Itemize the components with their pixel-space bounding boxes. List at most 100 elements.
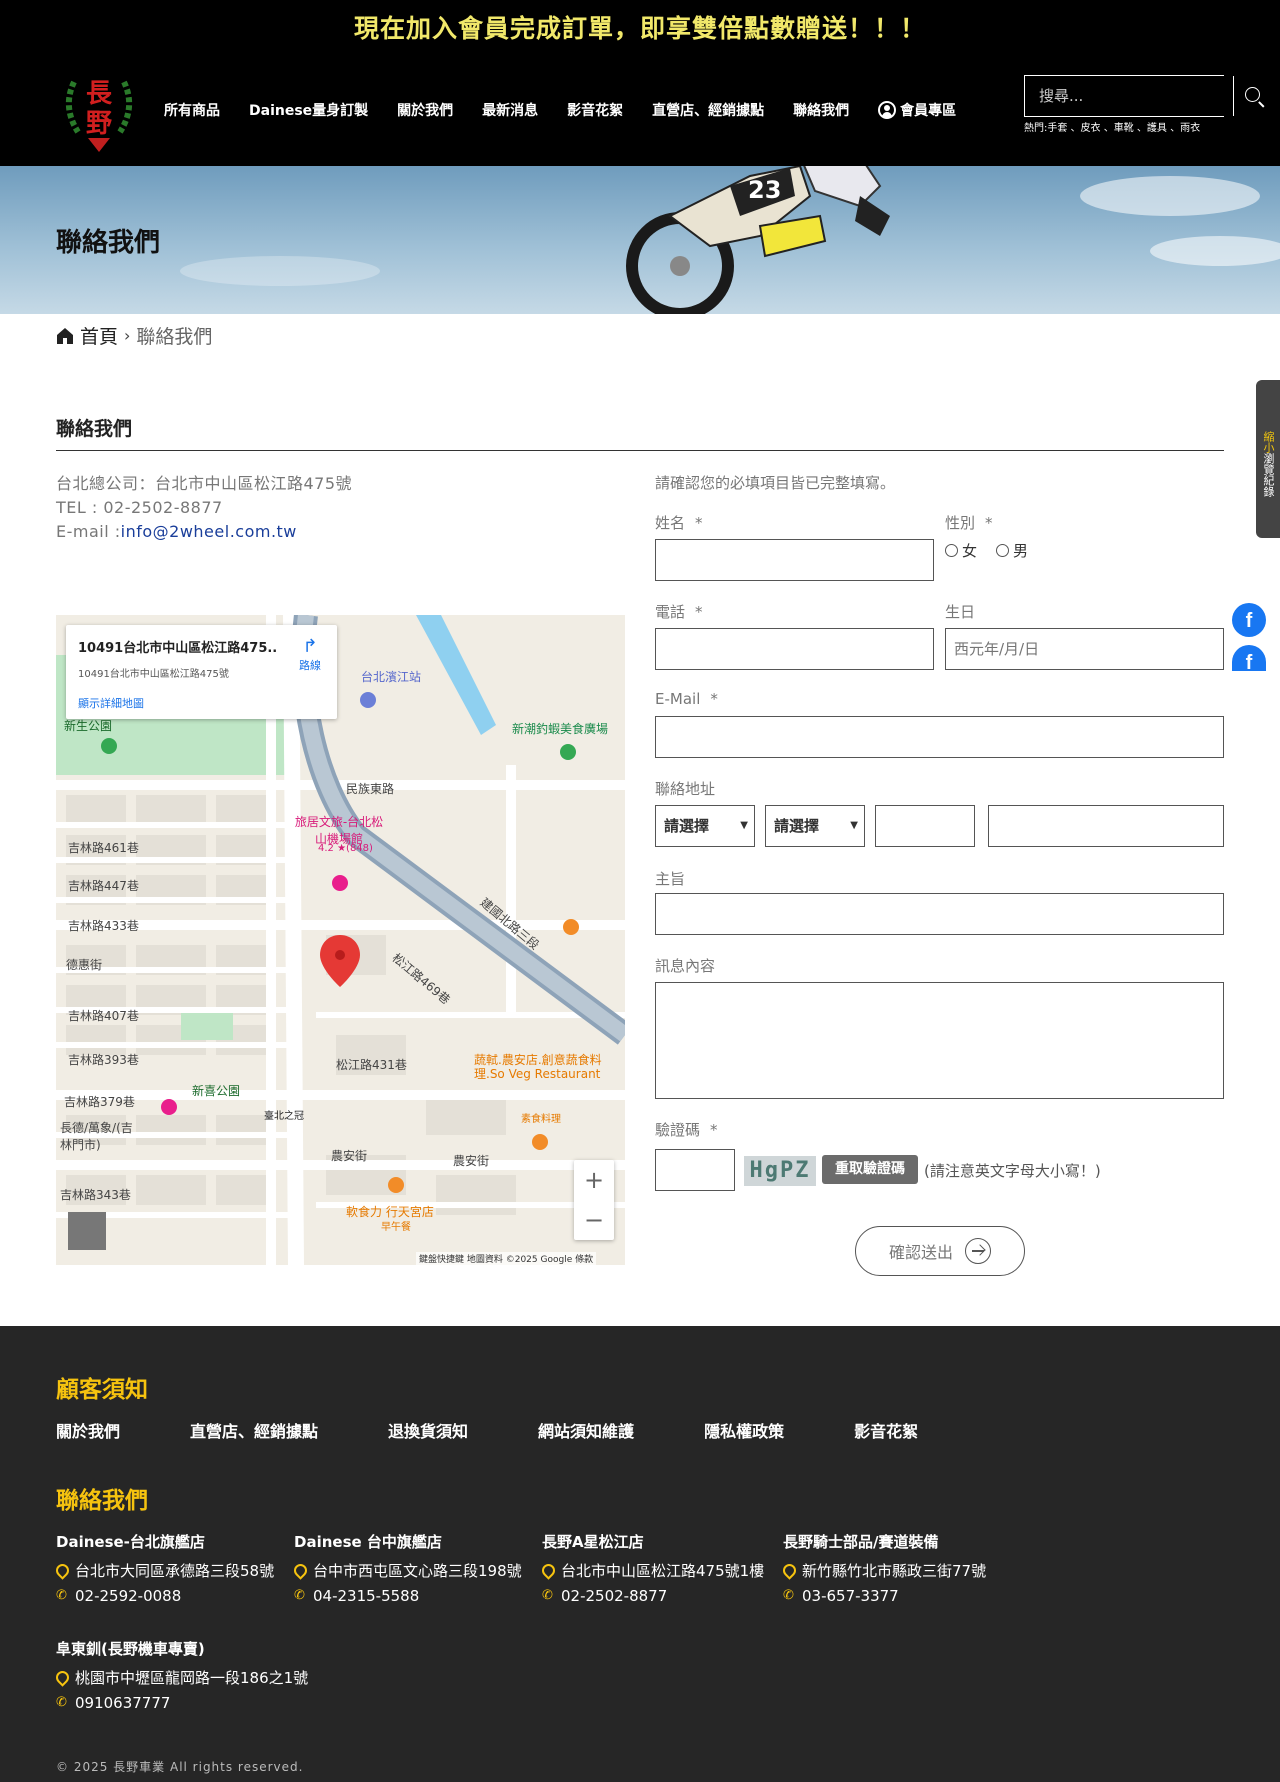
nav-member[interactable]: 會員專區: [878, 100, 956, 120]
footer-link-site-notice[interactable]: 網站須知維護: [538, 1418, 634, 1442]
map-attribution[interactable]: 鍵盤快捷鍵 地圖資料 ©2025 Google 條款: [416, 1252, 597, 1265]
browse-history-tab[interactable]: 縮小瀏覽紀錄: [1256, 380, 1280, 538]
radio-icon: [945, 544, 958, 557]
page-banner: 23 聯絡我們: [0, 166, 1280, 314]
search-icon[interactable]: [1233, 76, 1260, 116]
map-label-park-xinxi: 新喜公園: [192, 1084, 241, 1098]
address-input[interactable]: [988, 805, 1224, 847]
label-email: E-Mail *: [655, 690, 718, 708]
email-input[interactable]: [655, 716, 1224, 758]
nav-all-products[interactable]: 所有商品: [164, 100, 220, 120]
zipcode-input[interactable]: [875, 805, 975, 847]
map-label-jilin379: 吉林路379巷: [64, 1095, 135, 1109]
map-label-taibei: 臺北之冠: [264, 1111, 304, 1122]
label-address: 聯絡地址: [655, 780, 716, 798]
home-icon[interactable]: [56, 327, 74, 345]
store-phone[interactable]: 0910637777: [75, 1694, 170, 1712]
footer-link-privacy[interactable]: 隱私權政策: [704, 1418, 784, 1442]
map-label-songjiang431: 松江路431巷: [336, 1058, 407, 1072]
store-phone[interactable]: 02-2592-0088: [75, 1587, 181, 1605]
footer-link-returns[interactable]: 退換貨須知: [388, 1418, 468, 1442]
label-captcha: 驗證碼 *: [655, 1121, 718, 1139]
subject-input[interactable]: [655, 893, 1224, 935]
captcha-refresh-button[interactable]: 重取驗證碼: [822, 1155, 918, 1184]
facebook-icon-2[interactable]: f: [1232, 645, 1266, 671]
birthday-input[interactable]: [945, 628, 1224, 670]
gender-female-radio[interactable]: 女: [945, 540, 977, 561]
label-phone: 電話 *: [655, 603, 703, 621]
store-name: 長野A星松江店: [542, 1533, 644, 1551]
store-name: Dainese-台北旗艦店: [56, 1533, 205, 1551]
location-pin-icon: [56, 1671, 67, 1685]
map-label-restaurant: 蔬軾.農安店.創意蔬食料理.So Veg Restaurant: [474, 1053, 602, 1081]
store-card: 長野A星松江店 台北市中山區松江路475號1樓 ✆ 02-2502-8877: [542, 1531, 764, 1611]
label-gender: 性別 *: [945, 514, 993, 532]
breadcrumb-home[interactable]: 首頁: [80, 322, 118, 349]
store-card: 阜東釧(長野機車專賣) 桃園市中壢區龍岡路一段186之1號 ✆ 091063777…: [56, 1638, 308, 1718]
gender-male-radio[interactable]: 男: [996, 540, 1028, 561]
radio-icon: [996, 544, 1009, 557]
hot-keywords[interactable]: 熱門:手套 、皮衣 、車靴 、護具 、雨衣: [1024, 122, 1214, 135]
breadcrumb-current: 聯絡我們: [136, 326, 213, 348]
map-view-larger-link[interactable]: 顯示詳細地圖: [78, 695, 144, 711]
search-input[interactable]: [1025, 76, 1233, 116]
nav-about[interactable]: 關於我們: [397, 100, 453, 120]
copyright: © 2025 長野車業 All rights reserved.: [56, 1760, 304, 1774]
name-input[interactable]: [655, 539, 934, 581]
directions-icon: ↱: [302, 636, 318, 657]
phone-input[interactable]: [655, 628, 934, 670]
zoom-out-button[interactable]: −: [574, 1200, 614, 1240]
hq-tel: TEL : 02-2502-8877: [56, 498, 223, 517]
google-map[interactable]: 民族東路 吉林路461巷 吉林路447巷 吉林路433巷 德惠街 吉林路407巷…: [56, 615, 625, 1265]
email-link[interactable]: info@2wheel.com.tw: [121, 522, 297, 541]
city-select[interactable]: 請選擇: [655, 805, 755, 847]
location-pin-icon: [542, 1564, 553, 1578]
map-label-park-xinsheng: 新生公園: [64, 719, 113, 733]
map-label-xingfu-sub: 早午餐: [381, 1222, 411, 1233]
message-textarea[interactable]: [655, 982, 1224, 1099]
zoom-in-button[interactable]: +: [574, 1160, 614, 1200]
label-subject: 主旨: [655, 870, 686, 888]
location-pin-icon: [56, 1564, 67, 1578]
district-select[interactable]: 請選擇: [765, 805, 865, 847]
nav-videos[interactable]: 影音花絮: [567, 100, 623, 120]
map-label-minzu: 民族東路: [346, 782, 395, 796]
nav-news[interactable]: 最新消息: [482, 100, 538, 120]
nav-stores[interactable]: 直營店、經銷據點: [652, 100, 764, 120]
brand-logo[interactable]: 長 野: [58, 62, 140, 154]
store-address: 新竹縣竹北市縣政三街77號: [802, 1562, 987, 1580]
footer-link-stores[interactable]: 直營店、經銷據點: [190, 1418, 318, 1442]
svg-text:長: 長: [86, 79, 113, 109]
map-directions-label: 路線: [299, 659, 321, 672]
map-info-card: 10491台北市中山區松江路475... 10491台北市中山區松江路475號 …: [66, 625, 337, 719]
store-card: Dainese-台北旗艦店 台北市大同區承德路三段58號 ✆ 02-2592-00…: [56, 1531, 274, 1611]
store-name: Dainese 台中旗艦店: [294, 1533, 442, 1551]
submit-button[interactable]: 確認送出: [855, 1226, 1025, 1276]
map-label-jilin393: 吉林路393巷: [68, 1053, 139, 1067]
main-nav: 所有商品 Dainese量身訂製 關於我們 最新消息 影音花絮 直營店、經銷據點…: [164, 100, 985, 120]
store-phone[interactable]: 03-657-3377: [802, 1587, 899, 1605]
phone-icon: ✆: [542, 1588, 553, 1603]
store-name: 長野騎士部品/賽道裝備: [783, 1533, 939, 1551]
hq-address: 台北總公司：台北市中山區松江路475號: [56, 474, 353, 493]
contact-info: 台北總公司：台北市中山區松江路475號 TEL : 02-2502-8877 E…: [56, 472, 352, 544]
store-card: Dainese 台中旗艦店 台中市西屯區文心路三段198號 ✆ 04-2315-5…: [294, 1531, 522, 1611]
store-address: 台北市中山區松江路475號1樓: [561, 1562, 765, 1580]
store-address: 桃園市中壢區龍岡路一段186之1號: [75, 1669, 309, 1687]
map-label-nongan: 農安街: [331, 1149, 368, 1163]
store-phone[interactable]: 02-2502-8877: [561, 1587, 667, 1605]
nav-dainese-custom[interactable]: Dainese量身訂製: [249, 100, 368, 120]
map-label-hotel-rating: 4.2 ★(848): [318, 843, 373, 854]
footer-link-videos[interactable]: 影音花絮: [854, 1418, 918, 1442]
nav-contact[interactable]: 聯絡我們: [793, 100, 849, 120]
captcha-input[interactable]: [655, 1149, 735, 1191]
footer-link-about[interactable]: 關於我們: [56, 1418, 120, 1442]
map-zoom-control: + −: [574, 1160, 614, 1240]
map-directions-button[interactable]: ↱ 路線: [292, 637, 328, 673]
nav-member-label: 會員專區: [900, 103, 957, 119]
store-phone[interactable]: 04-2315-5588: [313, 1587, 419, 1605]
map-label-jilin447: 吉林路447巷: [68, 879, 139, 893]
facebook-icon[interactable]: f: [1232, 603, 1266, 637]
arrow-right-icon: [965, 1238, 991, 1264]
map-label-restaurant-sub: 素食料理: [521, 1114, 561, 1125]
